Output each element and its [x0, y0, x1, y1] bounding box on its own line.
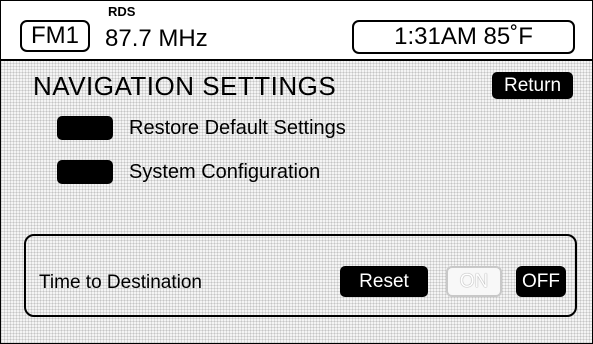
option-label: Restore Default Settings [129, 117, 346, 139]
on-button[interactable]: ON [446, 266, 502, 297]
system-configuration-button[interactable] [57, 160, 113, 184]
page-title: NAVIGATION SETTINGS [33, 71, 337, 101]
return-button[interactable]: Return [492, 72, 573, 99]
rds-indicator: RDS [108, 4, 136, 19]
frequency-display: 87.7 MHz [105, 25, 208, 52]
time-to-destination-panel: Time to Destination Reset ON OFF [24, 234, 577, 317]
time-to-destination-label: Time to Destination [39, 272, 202, 293]
restore-default-settings-button[interactable] [57, 116, 113, 140]
option-label: System Configuration [129, 161, 321, 183]
clock-temperature[interactable]: 1:31AM 85˚F [352, 20, 575, 54]
reset-button[interactable]: Reset [340, 266, 428, 297]
status-bar: FM1 RDS 87.7 MHz 1:31AM 85˚F [1, 1, 592, 61]
nav-screen: FM1 RDS 87.7 MHz 1:31AM 85˚F NAVIGATION … [0, 0, 593, 344]
off-button[interactable]: OFF [516, 266, 566, 297]
restore-default-settings-option[interactable]: Restore Default Settings [1, 116, 401, 144]
band-button[interactable]: FM1 [20, 20, 90, 52]
system-configuration-option[interactable]: System Configuration [1, 160, 401, 188]
